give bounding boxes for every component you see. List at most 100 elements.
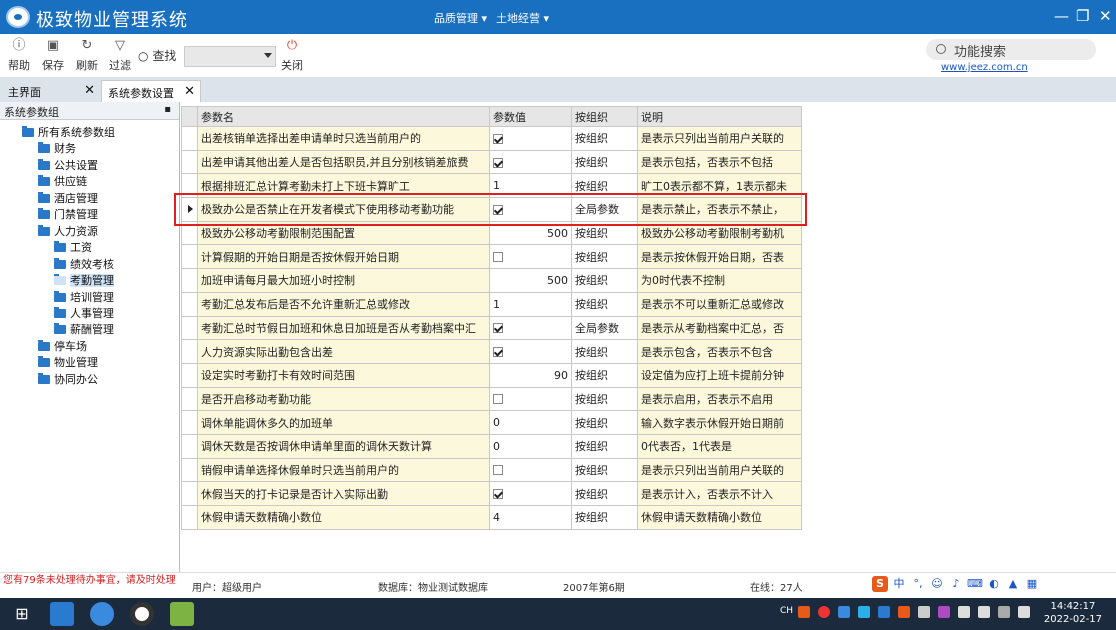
table-row[interactable]: 计算假期的开始日期是否按休假开始日期 按组织 是表示按休假开始日期，否表 bbox=[181, 244, 802, 270]
close-icon[interactable]: ✕ bbox=[184, 84, 195, 99]
row-indicator[interactable] bbox=[181, 481, 198, 506]
param-name-cell[interactable]: 销假申请单选择休假单时只选当前用户的 bbox=[197, 457, 490, 483]
row-indicator[interactable] bbox=[181, 197, 198, 222]
table-row[interactable]: 是否开启移动考勤功能 按组织 是表示启用，否表示不启用 bbox=[181, 386, 802, 412]
row-indicator[interactable] bbox=[181, 126, 198, 151]
column-header[interactable]: 参数名 bbox=[197, 106, 490, 127]
skin-icon[interactable]: ◐ bbox=[986, 576, 1002, 592]
jeez-app-icon[interactable] bbox=[90, 602, 114, 626]
tree-item[interactable]: 工资 bbox=[54, 239, 92, 255]
system-clock[interactable]: 14:42:17 2022-02-17 bbox=[1044, 600, 1102, 626]
row-indicator[interactable] bbox=[181, 339, 198, 364]
tree-item[interactable]: 酒店管理 bbox=[38, 190, 98, 206]
scope-cell[interactable]: 按组织 bbox=[571, 481, 638, 506]
menu-land[interactable]: 土地经营 ▾ bbox=[496, 10, 549, 26]
param-name-cell[interactable]: 极致办公移动考勤限制范围配置 bbox=[197, 220, 490, 246]
table-row[interactable]: 出差申请其他出差人是否包括职员,并且分别核销差旅费 按组织 是表示包括，否表示不包括 bbox=[181, 149, 802, 175]
monitor-icon[interactable] bbox=[998, 606, 1010, 618]
tree-item[interactable]: 人事管理 bbox=[54, 305, 114, 321]
scope-cell[interactable]: 按组织 bbox=[571, 126, 638, 151]
close-button[interactable]: ⏻ 关闭 bbox=[277, 38, 307, 73]
row-indicator[interactable] bbox=[181, 220, 198, 246]
tree-item[interactable]: 薪酬管理 bbox=[54, 321, 114, 337]
scope-cell[interactable]: 全局参数 bbox=[571, 197, 638, 222]
volume-icon[interactable] bbox=[1018, 606, 1030, 618]
param-name-cell[interactable]: 是否开启移动考勤功能 bbox=[197, 386, 490, 412]
tree-item[interactable]: 财务 bbox=[38, 140, 76, 156]
description-cell[interactable]: 旷工0表示都不算，1表示都未 bbox=[637, 173, 802, 199]
table-row[interactable]: 出差核销单选择出差申请单时只选当前用户的 按组织 是表示只列出当前用户关联的 bbox=[181, 126, 802, 151]
description-cell[interactable]: 0代表否，1代表是 bbox=[637, 433, 802, 459]
scope-cell[interactable]: 按组织 bbox=[571, 339, 638, 364]
tab-system-params[interactable]: 系统参数设置 ✕ bbox=[101, 80, 201, 102]
scope-cell[interactable]: 按组织 bbox=[571, 505, 638, 530]
param-name-cell[interactable]: 休假当天的打卡记录是否计入实际出勤 bbox=[197, 481, 490, 506]
save-button[interactable]: ▣ 保存 bbox=[38, 38, 68, 73]
param-value-cell[interactable]: 1 bbox=[489, 173, 572, 199]
row-indicator[interactable] bbox=[181, 410, 198, 435]
tree-item[interactable]: 物业管理 bbox=[38, 354, 98, 370]
record-tray-icon[interactable] bbox=[818, 606, 830, 618]
table-row[interactable]: 极致办公移动考勤限制范围配置 500 按组织 极致办公移动考勤限制考勤机 bbox=[181, 220, 802, 246]
param-checkbox[interactable] bbox=[493, 133, 503, 144]
description-cell[interactable]: 为0时代表不控制 bbox=[637, 268, 802, 293]
tree-item[interactable]: 协同办公 bbox=[38, 371, 98, 387]
param-checkbox[interactable] bbox=[493, 347, 503, 358]
table-row[interactable]: 休假当天的打卡记录是否计入实际出勤 按组织 是表示计入，否表示不计入 bbox=[181, 481, 802, 506]
scope-cell[interactable]: 按组织 bbox=[571, 410, 638, 435]
param-value-cell[interactable]: 0 bbox=[489, 410, 572, 435]
record-icon[interactable] bbox=[130, 602, 154, 626]
grid-icon[interactable]: ▦ bbox=[1024, 576, 1040, 592]
param-name-cell[interactable]: 计算假期的开始日期是否按休假开始日期 bbox=[197, 244, 490, 270]
network-app-icon[interactable] bbox=[878, 606, 890, 618]
param-value-cell[interactable]: 4 bbox=[489, 505, 572, 530]
param-name-cell[interactable]: 加班申请每月最大加班小时控制 bbox=[197, 268, 490, 293]
param-name-cell[interactable]: 极致办公是否禁止在开发者模式下使用移动考勤功能 bbox=[197, 197, 490, 222]
scope-cell[interactable]: 按组织 bbox=[571, 268, 638, 293]
scope-cell[interactable]: 按组织 bbox=[571, 433, 638, 459]
row-indicator[interactable] bbox=[181, 433, 198, 459]
description-cell[interactable]: 是表示只列出当前用户关联的 bbox=[637, 126, 802, 151]
function-search-input[interactable]: 功能搜索 bbox=[926, 39, 1096, 60]
microphone-icon[interactable]: ♪ bbox=[948, 576, 964, 592]
param-value-cell[interactable] bbox=[489, 149, 572, 175]
ime-mode-icon[interactable]: 中 bbox=[891, 576, 907, 592]
table-row[interactable]: 考勤汇总发布后是否不允许重新汇总或修改 1 按组织 是表示不可以重新汇总或修改 bbox=[181, 291, 802, 317]
param-value-cell[interactable] bbox=[489, 197, 572, 222]
tree-item[interactable]: 停车场 bbox=[38, 338, 87, 354]
tree-root[interactable]: 所有系统参数组 bbox=[22, 124, 115, 140]
scope-cell[interactable]: 按组织 bbox=[571, 173, 638, 199]
ime-tray-icon[interactable]: CH bbox=[780, 606, 793, 618]
website-link[interactable]: www.jeez.com.cn bbox=[941, 62, 1028, 73]
device-icon[interactable] bbox=[918, 606, 930, 618]
param-value-cell[interactable] bbox=[489, 339, 572, 364]
description-cell[interactable]: 是表示禁止，否表示不禁止， bbox=[637, 197, 802, 222]
tree-item[interactable]: 公共设置 bbox=[38, 157, 98, 173]
table-row[interactable]: 人力资源实际出勤包含出差 按组织 是表示包含，否表示不包含 bbox=[181, 339, 802, 364]
tree-item[interactable]: 绩效考核 bbox=[54, 256, 114, 272]
pin-icon[interactable]: ▪ bbox=[164, 104, 171, 115]
app-icon[interactable] bbox=[50, 602, 74, 626]
description-cell[interactable]: 是表示不可以重新汇总或修改 bbox=[637, 291, 802, 317]
find-combo[interactable] bbox=[184, 46, 276, 67]
battery-icon[interactable] bbox=[958, 606, 970, 618]
row-indicator[interactable] bbox=[181, 362, 198, 388]
table-row[interactable]: 极致办公是否禁止在开发者模式下使用移动考勤功能 全局参数 是表示禁止，否表示不禁止， bbox=[181, 197, 802, 222]
scope-cell[interactable]: 按组织 bbox=[571, 362, 638, 388]
tree-item[interactable]: 供应链 bbox=[38, 173, 87, 189]
usb-icon[interactable] bbox=[978, 606, 990, 618]
close-window-icon[interactable]: ✕ bbox=[1099, 8, 1112, 24]
app-tray-icon[interactable] bbox=[898, 606, 910, 618]
sogou-tray-icon[interactable] bbox=[798, 606, 810, 618]
param-value-cell[interactable]: 90 bbox=[489, 362, 572, 388]
scope-cell[interactable]: 按组织 bbox=[571, 244, 638, 270]
param-name-cell[interactable]: 人力资源实际出勤包含出差 bbox=[197, 339, 490, 364]
param-value-cell[interactable]: 0 bbox=[489, 433, 572, 459]
row-indicator[interactable] bbox=[181, 315, 198, 341]
row-indicator[interactable] bbox=[181, 386, 198, 412]
scope-cell[interactable]: 按组织 bbox=[571, 220, 638, 246]
minimize-icon[interactable]: — bbox=[1054, 8, 1069, 24]
scope-cell[interactable]: 全局参数 bbox=[571, 315, 638, 341]
description-cell[interactable]: 是表示只列出当前用户关联的 bbox=[637, 457, 802, 483]
param-value-cell[interactable] bbox=[489, 481, 572, 506]
